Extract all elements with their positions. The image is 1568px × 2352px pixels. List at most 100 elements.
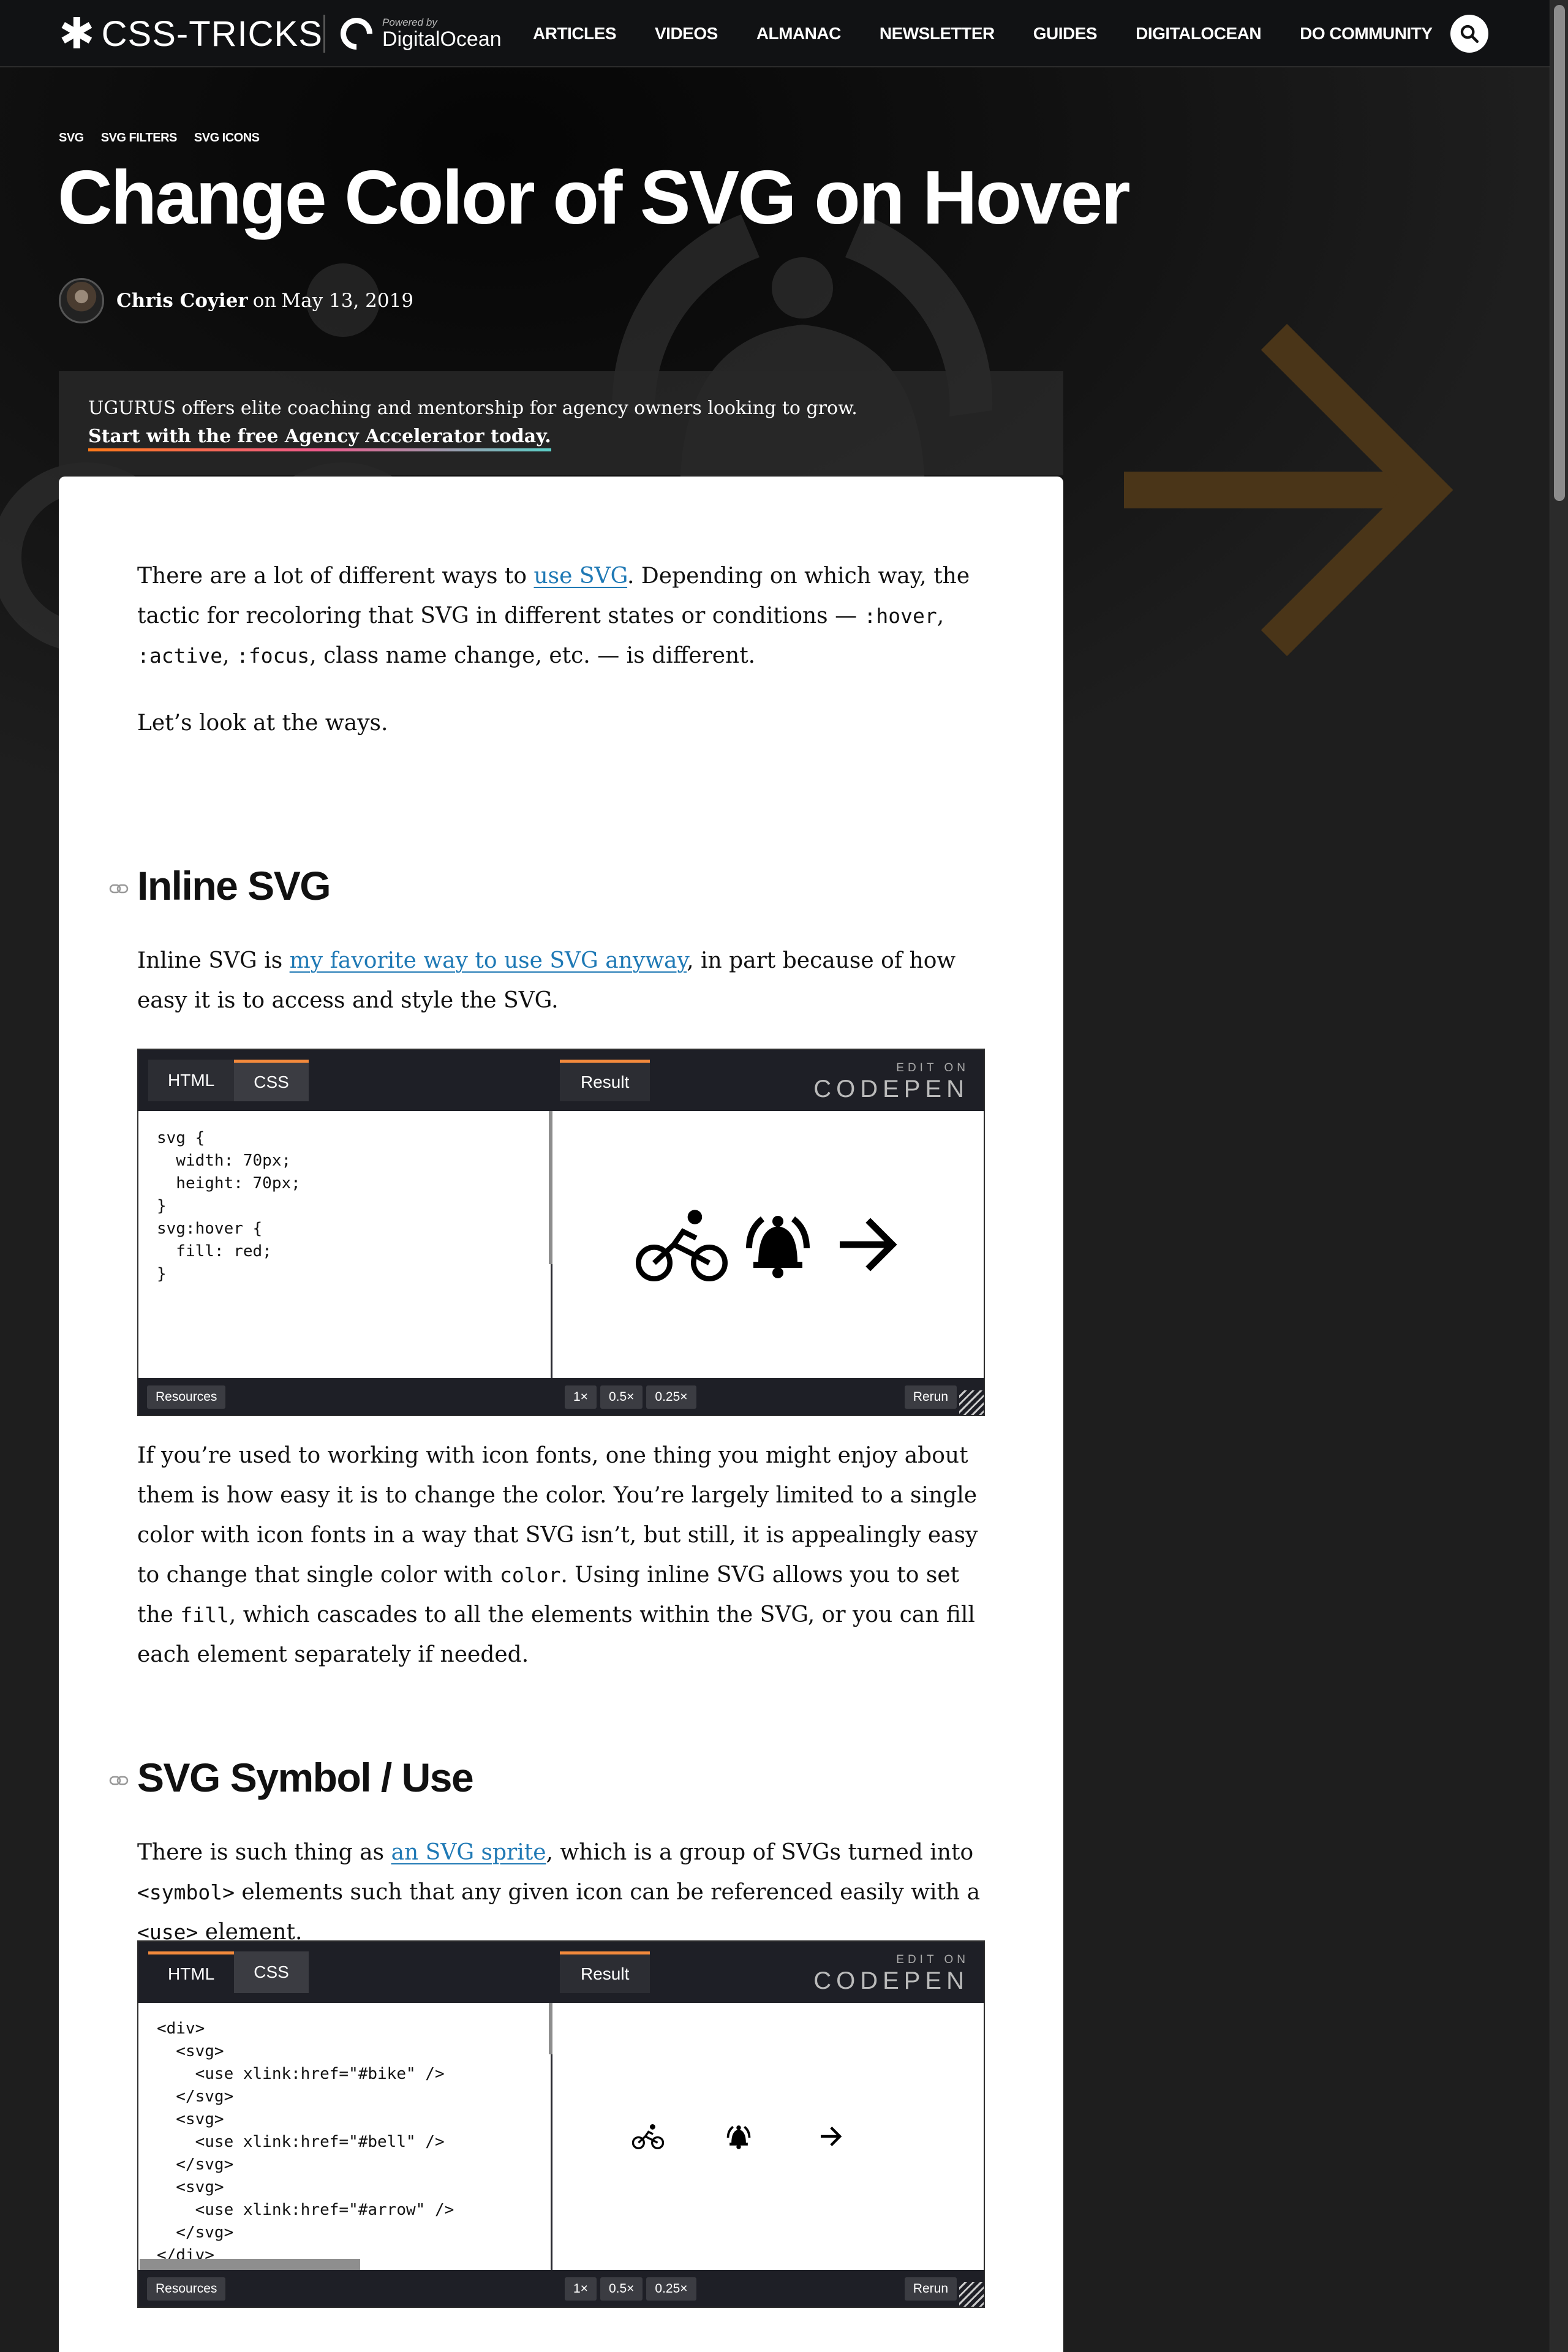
code-line: <use xlink:href="#arrow" /> (157, 2201, 454, 2219)
svg-sprite-paragraph: There is such thing as an SVG sprite, wh… (137, 1833, 982, 1952)
code-editor[interactable]: svg { width: 70px; height: 70px;} svg:hov… (138, 1111, 551, 1378)
page-title: Change Color of SVG on Hover (58, 156, 1131, 240)
zoom-1x-button[interactable]: 1× (565, 2277, 597, 2301)
arrow-right-icon[interactable] (833, 1211, 900, 1278)
inline-svg-paragraph: Inline SVG is my favorite way to use SVG… (137, 941, 982, 1020)
bike-icon[interactable] (632, 2122, 664, 2150)
zoom-quarter-button[interactable]: 0.25× (646, 2277, 696, 2301)
publish-date: May 13, 2019 (281, 290, 414, 312)
code-line: } (157, 1197, 167, 1215)
resize-handle[interactable] (959, 2282, 984, 2307)
edit-on-label: EDIT ON (896, 1953, 969, 1966)
edit-on-codepen-link[interactable]: EDIT ON CODEPEN (813, 1953, 969, 1994)
tab-html[interactable]: HTML (148, 1951, 235, 1993)
code-line: </svg> (157, 2223, 234, 2242)
zoom-1x-button[interactable]: 1× (565, 1385, 597, 1409)
site-header: ✱ CSS-TRICKS Powered by DigitalOcean ART… (0, 0, 1550, 67)
zoom-controls: 1× 0.5× 0.25× (565, 1385, 700, 1409)
svg-sprite-link[interactable]: an SVG sprite (391, 1840, 546, 1865)
code-line: </svg> (157, 2087, 234, 2106)
tab-result[interactable]: Result (560, 1060, 650, 1101)
tag-svg-icons[interactable]: SVG ICONS (194, 131, 260, 145)
byline-on: on (252, 290, 277, 312)
section-heading-inline-svg: Inline SVG (137, 863, 331, 908)
code-symbol: <symbol> (137, 1880, 235, 1904)
promo-text: UGURUS offers elite coaching and mentors… (88, 398, 858, 419)
intro-paragraph: There are a lot of different ways to use… (137, 556, 982, 676)
tab-html[interactable]: HTML (148, 1060, 235, 1101)
bell-icon[interactable] (735, 1205, 821, 1284)
logo-text: CSS-TRICKS (101, 13, 323, 54)
avatar[interactable] (59, 278, 104, 323)
nav-digitalocean[interactable]: DIGITALOCEAN (1136, 24, 1262, 43)
code-editor[interactable]: <div> <svg> <use xlink:href="#bike" /> <… (138, 2003, 551, 2270)
digitalocean-logo-icon (334, 11, 379, 56)
code-color: color (499, 1563, 561, 1587)
nav-videos[interactable]: VIDEOS (655, 24, 718, 43)
tab-result[interactable]: Result (560, 1951, 650, 1993)
code-focus: :focus (236, 644, 310, 668)
rerun-button[interactable]: Rerun (904, 1385, 957, 1409)
use-svg-link[interactable]: use SVG (534, 564, 628, 589)
code-line: height: 70px; (157, 1174, 301, 1193)
nav-guides[interactable]: GUIDES (1033, 24, 1098, 43)
codepen-toolbar: HTML CSS Result EDIT ON CODEPEN (138, 1050, 984, 1111)
resources-button[interactable]: Resources (147, 1385, 226, 1409)
sponsor-logo[interactable]: Powered by DigitalOcean (334, 11, 502, 56)
tab-css[interactable]: CSS (234, 1951, 309, 1993)
article-body: There are a lot of different ways to use… (59, 477, 1063, 2352)
codepen-tabs: HTML CSS (148, 1951, 309, 1993)
code-line: width: 70px; (157, 1152, 292, 1170)
nav-articles[interactable]: ARTICLES (533, 24, 617, 43)
code-line: svg:hover { (157, 1219, 263, 1238)
rerun-button[interactable]: Rerun (904, 2277, 957, 2301)
tag-svg[interactable]: SVG (59, 131, 84, 145)
text-run: Inline SVG is (137, 948, 290, 973)
zoom-quarter-button[interactable]: 0.25× (646, 1385, 696, 1409)
codepen-label: CODEPEN (813, 1076, 969, 1102)
code-line: svg { (157, 1129, 205, 1147)
main-nav: ARTICLES VIDEOS ALMANAC NEWSLETTER GUIDE… (533, 0, 1471, 67)
code-active: :active (137, 644, 223, 668)
code-line: <use xlink:href="#bell" /> (157, 2133, 445, 2151)
zoom-half-button[interactable]: 0.5× (600, 2277, 643, 2301)
zoom-half-button[interactable]: 0.5× (600, 1385, 643, 1409)
page-scrollbar[interactable] (1550, 0, 1568, 2352)
powered-by-label: Powered by (382, 17, 437, 28)
codepen-label: CODEPEN (813, 1967, 969, 1994)
code-line: </svg> (157, 2155, 234, 2174)
zoom-controls: 1× 0.5× 0.25× (565, 2277, 700, 2301)
asterisk-logo-icon: ✱ (59, 10, 96, 58)
bike-icon[interactable] (636, 1205, 728, 1284)
sponsor-name: DigitalOcean (382, 28, 502, 51)
site-logo[interactable]: ✱ CSS-TRICKS (59, 10, 323, 58)
nav-almanac[interactable]: ALMANAC (756, 24, 842, 43)
link-anchor-icon[interactable] (109, 1774, 129, 1787)
section-heading-symbol-use: SVG Symbol / Use (137, 1755, 474, 1800)
bell-icon[interactable] (723, 2122, 755, 2150)
edit-on-codepen-link[interactable]: EDIT ON CODEPEN (813, 1061, 969, 1102)
codepen-embed-inline: HTML CSS Result EDIT ON CODEPEN svg { wi… (137, 1049, 985, 1416)
author-name[interactable]: Chris Coyier (116, 290, 248, 312)
code-horizontal-scrollbar[interactable] (140, 2259, 360, 2270)
intro-paragraph-2: Let’s look at the ways. (137, 710, 388, 736)
search-icon (1460, 24, 1479, 43)
promo-link[interactable]: Start with the free Agency Accelerator t… (88, 426, 551, 451)
search-button[interactable] (1450, 15, 1488, 53)
nav-newsletter[interactable]: NEWSLETTER (880, 24, 995, 43)
arrow-right-icon[interactable] (818, 2124, 843, 2149)
tab-css[interactable]: CSS (234, 1060, 309, 1101)
favorite-way-link[interactable]: my favorite way to use SVG anyway (290, 948, 687, 973)
tag-svg-filters[interactable]: SVG FILTERS (101, 131, 178, 145)
scrollbar-thumb[interactable] (1554, 5, 1565, 501)
resize-handle[interactable] (959, 1390, 984, 1415)
code-line: <svg> (157, 2110, 224, 2128)
tag-list: SVG SVG FILTERS SVG ICONS (59, 131, 277, 145)
code-line: } (157, 1265, 167, 1283)
nav-do-community[interactable]: DO COMMUNITY (1300, 24, 1433, 43)
link-anchor-icon[interactable] (109, 882, 129, 895)
codepen-footer: Resources 1× 0.5× 0.25× Rerun (138, 1378, 984, 1415)
edit-on-label: EDIT ON (896, 1061, 969, 1074)
code-line: <div> (157, 2019, 205, 2038)
resources-button[interactable]: Resources (147, 2277, 226, 2301)
